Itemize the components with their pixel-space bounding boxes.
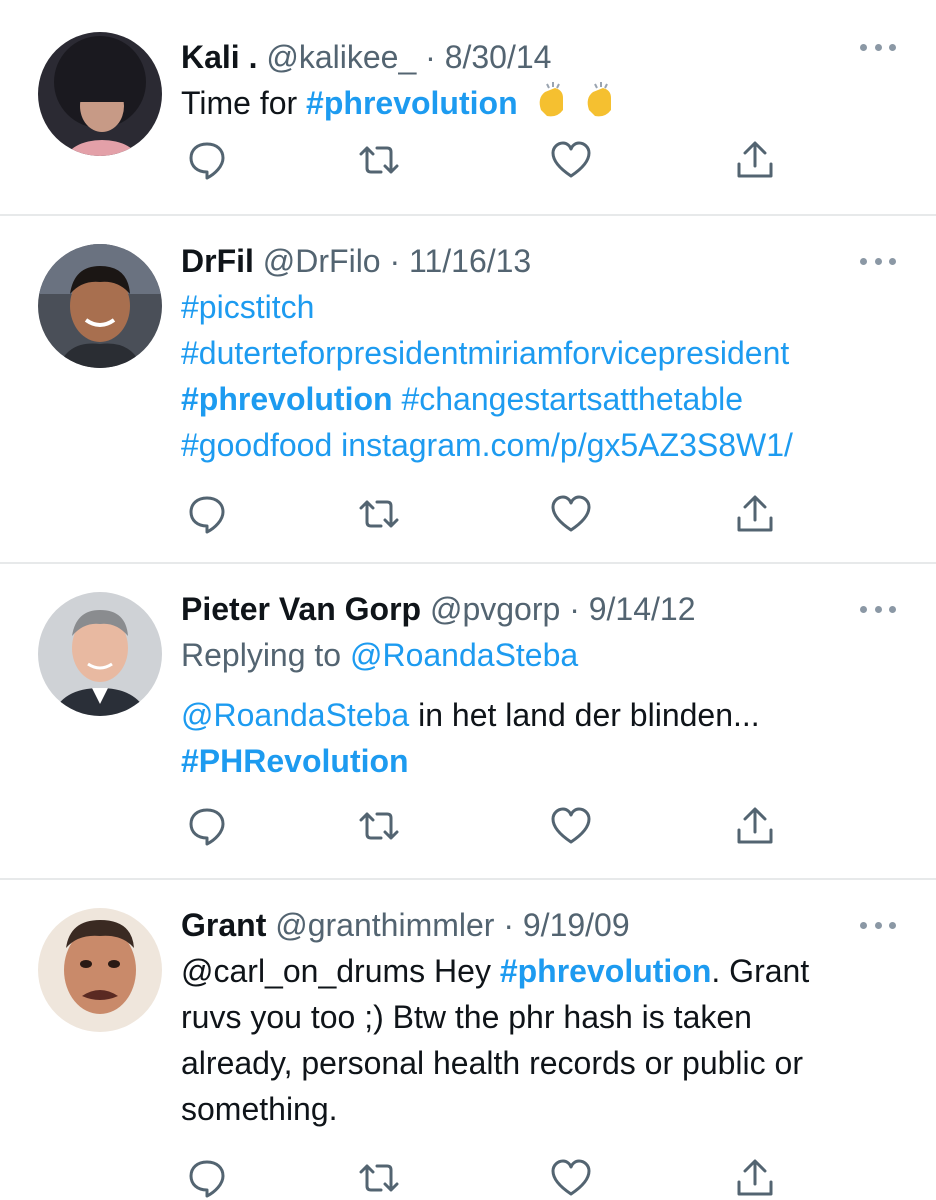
tweet-4[interactable]: Grant @granthimmler · 9/19/09 @carl_on_d… bbox=[0, 880, 936, 1200]
more-options-icon[interactable] bbox=[860, 40, 896, 54]
clapping-hands-icon bbox=[581, 80, 623, 120]
text-plain: Time for bbox=[181, 85, 298, 121]
replying-label: Replying to bbox=[181, 637, 342, 673]
like-icon[interactable] bbox=[549, 1156, 593, 1200]
hashtag-link[interactable]: #goodfood bbox=[181, 427, 332, 463]
tweet-header: Pieter Van Gorp @pvgorp · 9/14/12 bbox=[181, 586, 896, 632]
text-plain: @carl_on_drums Hey bbox=[181, 953, 491, 989]
tweet-actions bbox=[181, 804, 801, 848]
retweet-icon[interactable] bbox=[357, 804, 401, 848]
avatar-drfil[interactable] bbox=[38, 244, 162, 368]
author-handle[interactable]: @granthimmler bbox=[275, 907, 494, 943]
like-icon[interactable] bbox=[549, 138, 593, 182]
tweet-actions bbox=[181, 1156, 801, 1200]
clapping-hands-icon bbox=[533, 80, 575, 120]
retweet-icon[interactable] bbox=[357, 138, 401, 182]
author-name[interactable]: Grant bbox=[181, 907, 266, 943]
tweet-text: #picstitch #duterteforpresidentmiriamfor… bbox=[181, 284, 896, 468]
retweet-icon[interactable] bbox=[357, 1156, 401, 1200]
tweet-date[interactable]: 9/19/09 bbox=[523, 907, 630, 943]
hashtag-link[interactable]: #duterteforpresidentmiriamforvicepreside… bbox=[181, 335, 789, 371]
author-handle[interactable]: @kalikee_ bbox=[266, 39, 416, 75]
retweet-icon[interactable] bbox=[357, 492, 401, 536]
separator: · bbox=[389, 243, 401, 279]
author-name[interactable]: Kali . bbox=[181, 39, 257, 75]
tweet-date[interactable]: 11/16/13 bbox=[409, 243, 531, 279]
hashtag-link[interactable]: #phrevolution bbox=[500, 953, 712, 989]
separator: · bbox=[425, 39, 436, 75]
tweet-date[interactable]: 8/30/14 bbox=[445, 39, 552, 75]
like-icon[interactable] bbox=[549, 804, 593, 848]
share-icon[interactable] bbox=[733, 1156, 777, 1200]
author-name[interactable]: Pieter Van Gorp bbox=[181, 591, 421, 627]
reply-context: Replying to @RoandaSteba bbox=[181, 632, 896, 678]
avatar-kali[interactable] bbox=[38, 32, 162, 156]
url-link[interactable]: instagram.com/p/gx5AZ3S8W1/ bbox=[341, 427, 793, 463]
share-icon[interactable] bbox=[733, 138, 777, 182]
like-icon[interactable] bbox=[549, 492, 593, 536]
tweet-2[interactable]: DrFil @DrFilo · 11/16/13 #picstitch #dut… bbox=[0, 216, 936, 562]
text-plain: already, personal health records or publ… bbox=[181, 1045, 803, 1081]
tweet-actions bbox=[181, 138, 801, 182]
text-plain: ruvs you too ;) Btw the phr hash is take… bbox=[181, 999, 752, 1035]
reply-icon[interactable] bbox=[185, 1156, 229, 1200]
text-plain: in het land der blinden... bbox=[418, 697, 760, 733]
hashtag-link[interactable]: #phrevolution bbox=[181, 381, 393, 417]
tweet-text: @carl_on_drums Hey #phrevolution. Grant … bbox=[181, 948, 896, 1132]
more-options-icon[interactable] bbox=[860, 602, 896, 616]
tweet-header: Kali . @kalikee_ · 8/30/14 bbox=[181, 34, 896, 80]
reply-icon[interactable] bbox=[185, 804, 229, 848]
hashtag-link[interactable]: #picstitch bbox=[181, 289, 314, 325]
tweet-date[interactable]: 9/14/12 bbox=[589, 591, 696, 627]
avatar-pieter[interactable] bbox=[38, 592, 162, 716]
author-handle[interactable]: @pvgorp bbox=[430, 591, 560, 627]
hashtag-link[interactable]: #phrevolution bbox=[306, 85, 518, 121]
tweet-text: Time for #phrevolution bbox=[181, 80, 896, 126]
text-plain: something. bbox=[181, 1091, 338, 1127]
tweet-header: Grant @granthimmler · 9/19/09 bbox=[181, 902, 896, 948]
separator: · bbox=[569, 591, 580, 627]
tweet-actions bbox=[181, 492, 801, 536]
share-icon[interactable] bbox=[733, 492, 777, 536]
author-handle[interactable]: @DrFilo bbox=[263, 243, 381, 279]
reply-icon[interactable] bbox=[185, 492, 229, 536]
reply-icon[interactable] bbox=[185, 138, 229, 182]
share-icon[interactable] bbox=[733, 804, 777, 848]
reply-mention-link[interactable]: @RoandaSteba bbox=[350, 637, 578, 673]
text-plain: . Grant bbox=[711, 953, 810, 989]
tweet-feed: Kali . @kalikee_ · 8/30/14 Time for #phr… bbox=[0, 0, 936, 1200]
more-options-icon[interactable] bbox=[860, 918, 896, 932]
hashtag-link[interactable]: #changestartsatthetable bbox=[401, 381, 743, 417]
tweet-3[interactable]: Pieter Van Gorp @pvgorp · 9/14/12 Replyi… bbox=[0, 564, 936, 878]
mention-link[interactable]: @RoandaSteba bbox=[181, 697, 409, 733]
hashtag-link[interactable]: #PHRevolution bbox=[181, 743, 409, 779]
avatar-grant[interactable] bbox=[38, 908, 162, 1032]
tweet-1[interactable]: Kali . @kalikee_ · 8/30/14 Time for #phr… bbox=[0, 0, 936, 214]
separator: · bbox=[503, 907, 514, 943]
tweet-text: @RoandaSteba in het land der blinden... … bbox=[181, 692, 896, 784]
more-options-icon[interactable] bbox=[860, 254, 896, 268]
tweet-header: DrFil @DrFilo · 11/16/13 bbox=[181, 238, 896, 284]
author-name[interactable]: DrFil bbox=[181, 243, 254, 279]
